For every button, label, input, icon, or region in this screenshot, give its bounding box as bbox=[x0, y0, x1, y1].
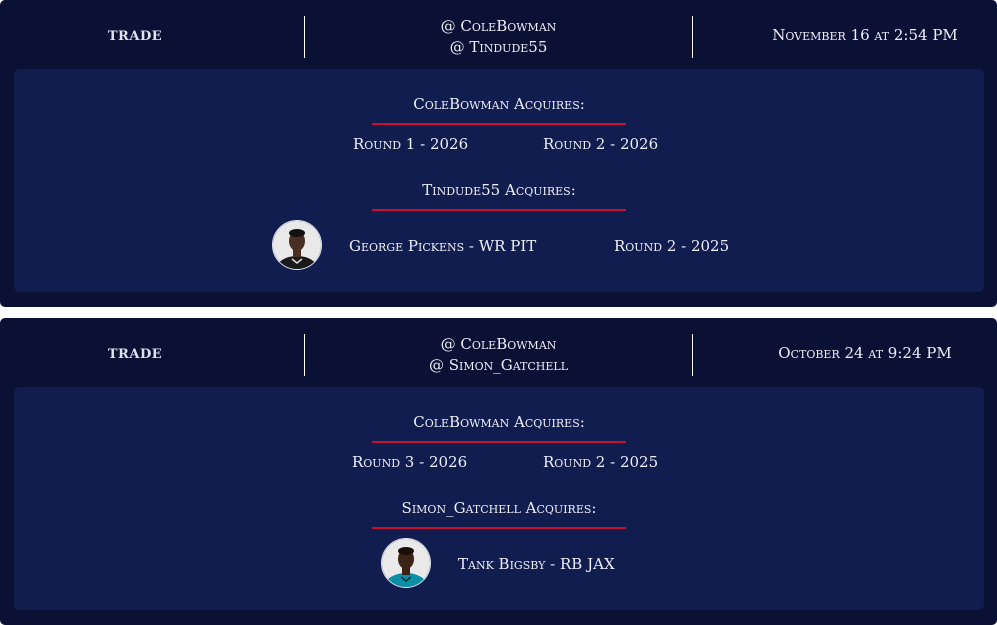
participant-link[interactable]: @ Simon_Gatchell bbox=[305, 355, 692, 376]
player-headshot-icon bbox=[382, 539, 430, 587]
acquires-underline bbox=[372, 527, 626, 529]
trade-header: trade @ ColeBowman @ Simon_Gatchell Octo… bbox=[0, 318, 997, 387]
trade-card: trade @ ColeBowman @ Simon_Gatchell Octo… bbox=[0, 318, 997, 625]
trade-date: October 24 at 9:24 PM bbox=[778, 344, 952, 362]
draft-pick: Round 2 - 2025 bbox=[543, 453, 659, 471]
draft-pick: Round 2 - 2025 bbox=[614, 237, 730, 255]
header-divider bbox=[692, 334, 693, 376]
trade-header: trade @ ColeBowman @ Tindude55 November … bbox=[0, 0, 997, 69]
acquires-heading: Simon_Gatchell Acquires: bbox=[401, 499, 597, 517]
acquires-heading: ColeBowman Acquires: bbox=[413, 95, 585, 113]
trade-card: trade @ ColeBowman @ Tindude55 November … bbox=[0, 0, 997, 307]
participant-link[interactable]: @ Tindude55 bbox=[305, 37, 692, 58]
trade-participants: @ ColeBowman @ Simon_Gatchell bbox=[305, 334, 692, 376]
player-name[interactable]: Tank Bigsby - RB JAX bbox=[458, 555, 615, 573]
acquires-underline bbox=[372, 209, 626, 211]
player-avatar bbox=[381, 538, 431, 588]
participant-link[interactable]: @ ColeBowman bbox=[305, 334, 692, 355]
trade-type-label: trade bbox=[107, 29, 163, 44]
trade-details: ColeBowman Acquires: Round 1 - 2026 Roun… bbox=[14, 69, 984, 292]
acquires-heading: Tindude55 Acquires: bbox=[422, 181, 576, 199]
draft-pick: Round 1 - 2026 bbox=[353, 135, 469, 153]
player-avatar bbox=[272, 220, 322, 270]
acquires-underline bbox=[372, 123, 626, 125]
trade-date: November 16 at 2:54 PM bbox=[772, 26, 958, 44]
acquires-heading: ColeBowman Acquires: bbox=[413, 413, 585, 431]
draft-pick: Round 2 - 2026 bbox=[543, 135, 659, 153]
player-name[interactable]: George Pickens - WR PIT bbox=[349, 237, 536, 255]
acquires-underline bbox=[372, 441, 626, 443]
draft-pick: Round 3 - 2026 bbox=[352, 453, 468, 471]
trade-type-label: trade bbox=[107, 347, 163, 362]
trade-participants: @ ColeBowman @ Tindude55 bbox=[305, 16, 692, 58]
player-headshot-icon bbox=[273, 221, 321, 269]
header-divider bbox=[692, 16, 693, 58]
trade-details: ColeBowman Acquires: Round 3 - 2026 Roun… bbox=[14, 387, 984, 610]
participant-link[interactable]: @ ColeBowman bbox=[305, 16, 692, 37]
